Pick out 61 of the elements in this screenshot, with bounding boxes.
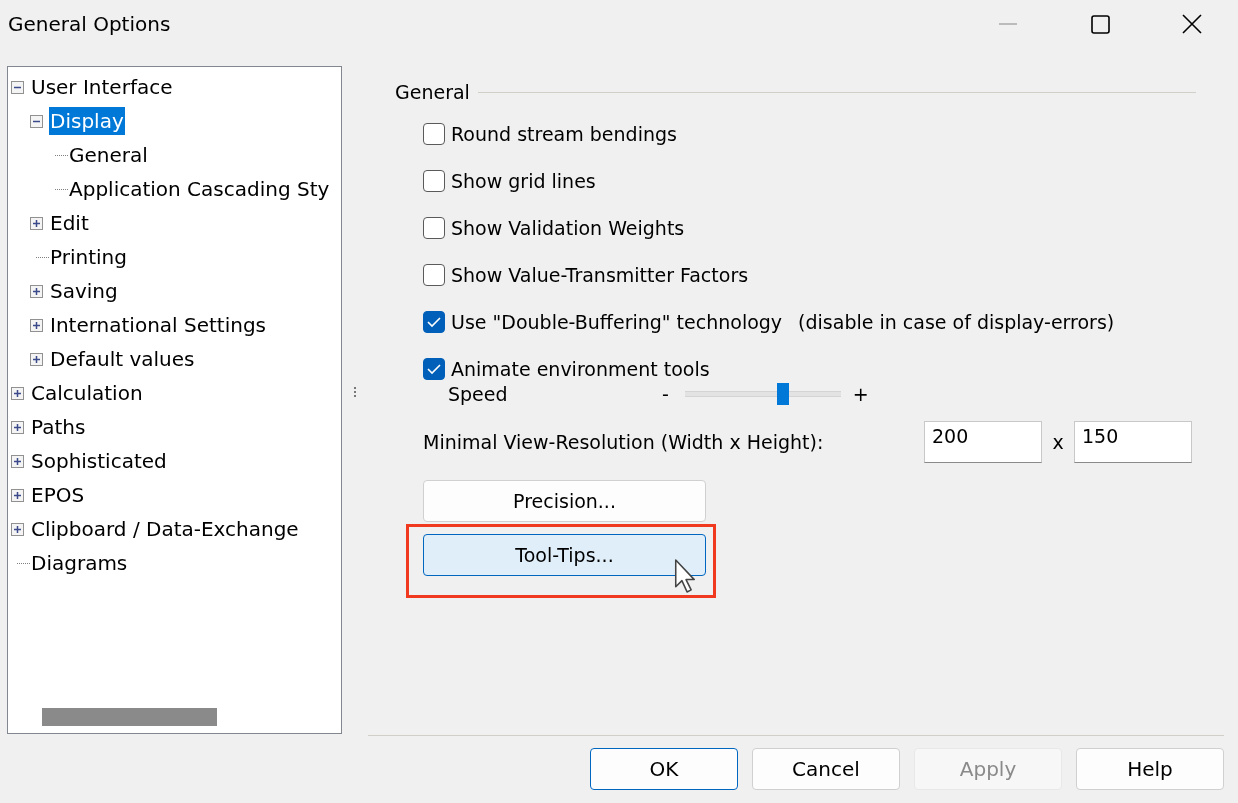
checkbox[interactable]	[423, 169, 445, 192]
expand-icon[interactable]	[30, 216, 43, 230]
checkbox-label: Show grid lines	[451, 169, 596, 192]
footer-button[interactable]: Cancel	[752, 748, 900, 790]
checkbox[interactable]	[423, 310, 445, 333]
scrollbar-thumb[interactable]	[42, 708, 217, 726]
expand-icon[interactable]	[30, 352, 43, 366]
hint-text: (disable in case of display-errors)	[798, 310, 1115, 333]
expand-icon[interactable]	[11, 488, 24, 502]
checkbox-label: Show Validation Weights	[451, 216, 685, 239]
tree-item[interactable]: Paths	[30, 413, 87, 441]
checkbox-label: Round stream bendings	[451, 122, 677, 145]
checkbox-label: Animate environment tools	[451, 357, 710, 380]
checkbox-label: Show Value-Transmitter Factors	[451, 263, 749, 286]
tree-item[interactable]: EPOS	[30, 481, 86, 509]
width-field[interactable]: 200	[924, 421, 1042, 463]
collapse-icon[interactable]	[11, 80, 24, 94]
slider-thumb[interactable]	[777, 383, 789, 405]
tree-item[interactable]: Application Cascading Sty	[68, 175, 331, 203]
tree-item[interactable]: Diagrams	[30, 549, 129, 577]
dialog-button[interactable]: Tool-Tips...	[423, 534, 706, 576]
checkbox[interactable]	[423, 122, 445, 145]
footer-button[interactable]: Help	[1076, 748, 1224, 790]
footer-button: Apply	[914, 748, 1062, 790]
checkbox[interactable]	[423, 263, 445, 286]
tree-item[interactable]: User Interface	[30, 73, 174, 101]
plus-label: +	[852, 383, 869, 405]
expand-icon[interactable]	[11, 522, 24, 536]
height-field[interactable]: 150	[1074, 421, 1192, 463]
tree-item[interactable]: General	[68, 141, 149, 169]
check-icon	[427, 362, 441, 375]
checkbox[interactable]	[423, 216, 445, 239]
mouse-pointer-icon	[673, 558, 697, 594]
close-icon[interactable]	[1182, 14, 1202, 34]
group-title: General	[395, 81, 470, 103]
expand-icon[interactable]	[30, 284, 43, 298]
minus-label: -	[662, 383, 669, 405]
expand-icon[interactable]	[11, 454, 24, 468]
checkbox-label: Use "Double-Buffering" technology	[451, 310, 783, 333]
maximize-icon[interactable]	[1090, 14, 1110, 34]
window-title: General Options	[8, 12, 172, 36]
tree-item[interactable]: Display	[49, 107, 125, 135]
expand-icon[interactable]	[11, 420, 24, 434]
expand-icon[interactable]	[11, 386, 24, 400]
check-icon	[427, 315, 441, 328]
checkbox[interactable]	[423, 357, 445, 380]
footer-button[interactable]: OK	[590, 748, 738, 790]
collapse-icon[interactable]	[30, 114, 43, 128]
tree-item[interactable]: Default values	[49, 345, 196, 373]
separator-label: x	[1051, 431, 1065, 453]
tree-item[interactable]: Saving	[49, 277, 119, 305]
tree-item[interactable]: International Settings	[49, 311, 268, 339]
tree-item[interactable]: Edit	[49, 209, 90, 237]
tree-item[interactable]: Calculation	[30, 379, 144, 407]
field-label: Minimal View-Resolution (Width x Height):	[423, 431, 825, 453]
dialog-button[interactable]: Precision...	[423, 480, 706, 522]
slider-label: Speed	[448, 383, 509, 405]
tree-item[interactable]: Printing	[49, 243, 128, 271]
tree-item[interactable]: Sophisticated	[30, 447, 168, 475]
expand-icon[interactable]	[30, 318, 43, 332]
tree-item[interactable]: Clipboard / Data-Exchange	[30, 515, 300, 543]
